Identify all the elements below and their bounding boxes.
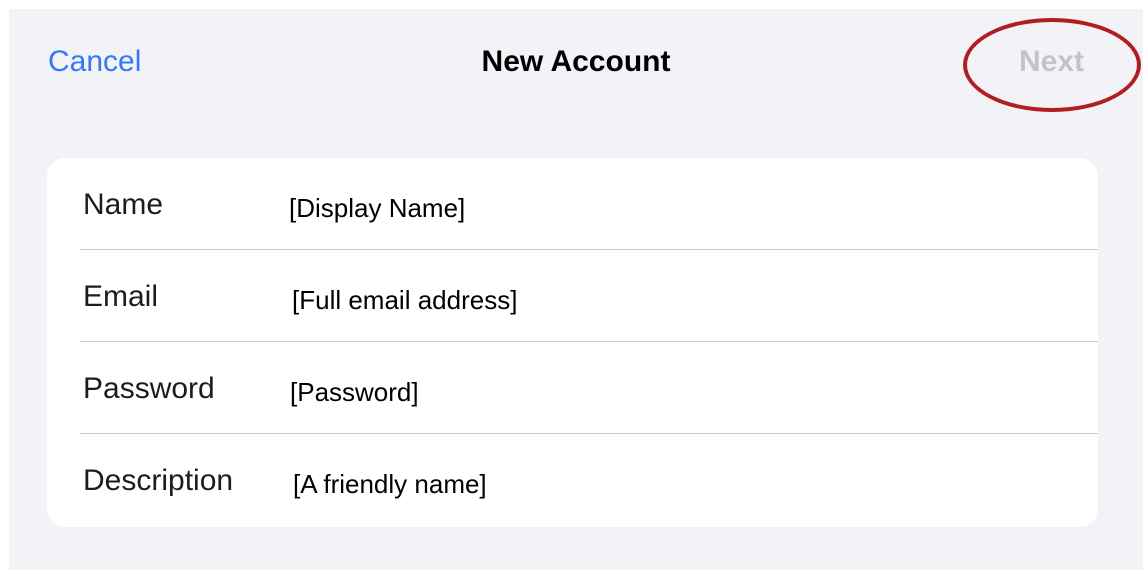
- page-title: New Account: [481, 45, 671, 78]
- password-row: Password: [47, 342, 1098, 434]
- account-form: Name Email Password Description: [47, 158, 1098, 527]
- description-label: Description: [83, 464, 234, 497]
- email-field[interactable]: [292, 283, 932, 317]
- description-field[interactable]: [293, 467, 933, 501]
- new-account-sheet: Cancel New Account Next Name Email Passw…: [9, 9, 1143, 570]
- description-row: Description: [47, 434, 1098, 526]
- password-label: Password: [83, 372, 215, 405]
- name-field[interactable]: [289, 191, 929, 225]
- navigation-bar: Cancel New Account Next: [9, 9, 1143, 119]
- top-margin: [0, 0, 1143, 9]
- name-row: Name: [47, 158, 1098, 250]
- next-button[interactable]: Next: [1019, 45, 1084, 79]
- email-label: Email: [83, 280, 159, 313]
- email-row: Email: [47, 250, 1098, 342]
- name-label: Name: [83, 188, 164, 221]
- password-field[interactable]: [290, 375, 930, 409]
